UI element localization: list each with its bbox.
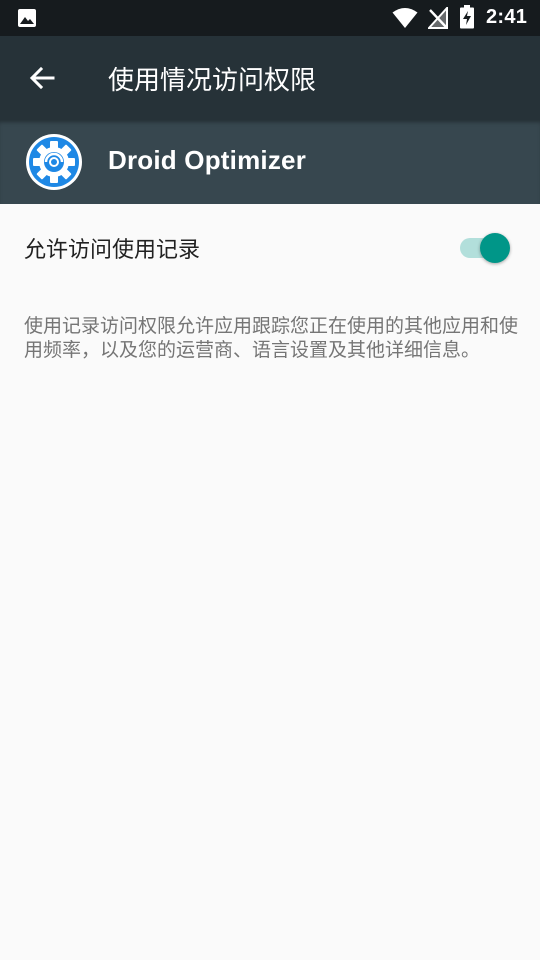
setting-label: 允许访问使用记录 — [24, 238, 201, 263]
status-bar: 2:41 — [0, 0, 540, 36]
back-button[interactable] — [22, 58, 62, 98]
battery-charging-icon — [460, 5, 474, 29]
image-notification-icon — [18, 9, 36, 27]
page-title: 使用情况访问权限 — [108, 66, 317, 96]
arrow-back-icon — [29, 66, 55, 90]
usage-access-toggle[interactable] — [460, 233, 512, 263]
no-signal-icon — [428, 7, 448, 29]
app-header: Droid Optimizer — [0, 120, 540, 204]
app-bar: 使用情况访问权限 — [0, 36, 540, 120]
usage-access-description: 使用记录访问权限允许应用跟踪您正在使用的其他应用和使用频率，以及您的运营商、语言… — [24, 315, 519, 361]
wifi-icon — [392, 8, 418, 28]
usage-access-setting-row[interactable]: 允许访问使用记录 — [0, 204, 540, 288]
status-time: 2:41 — [486, 6, 528, 28]
gear-logo-icon — [26, 134, 82, 190]
app-name: Droid Optimizer — [108, 145, 307, 175]
toggle-thumb — [480, 233, 510, 263]
